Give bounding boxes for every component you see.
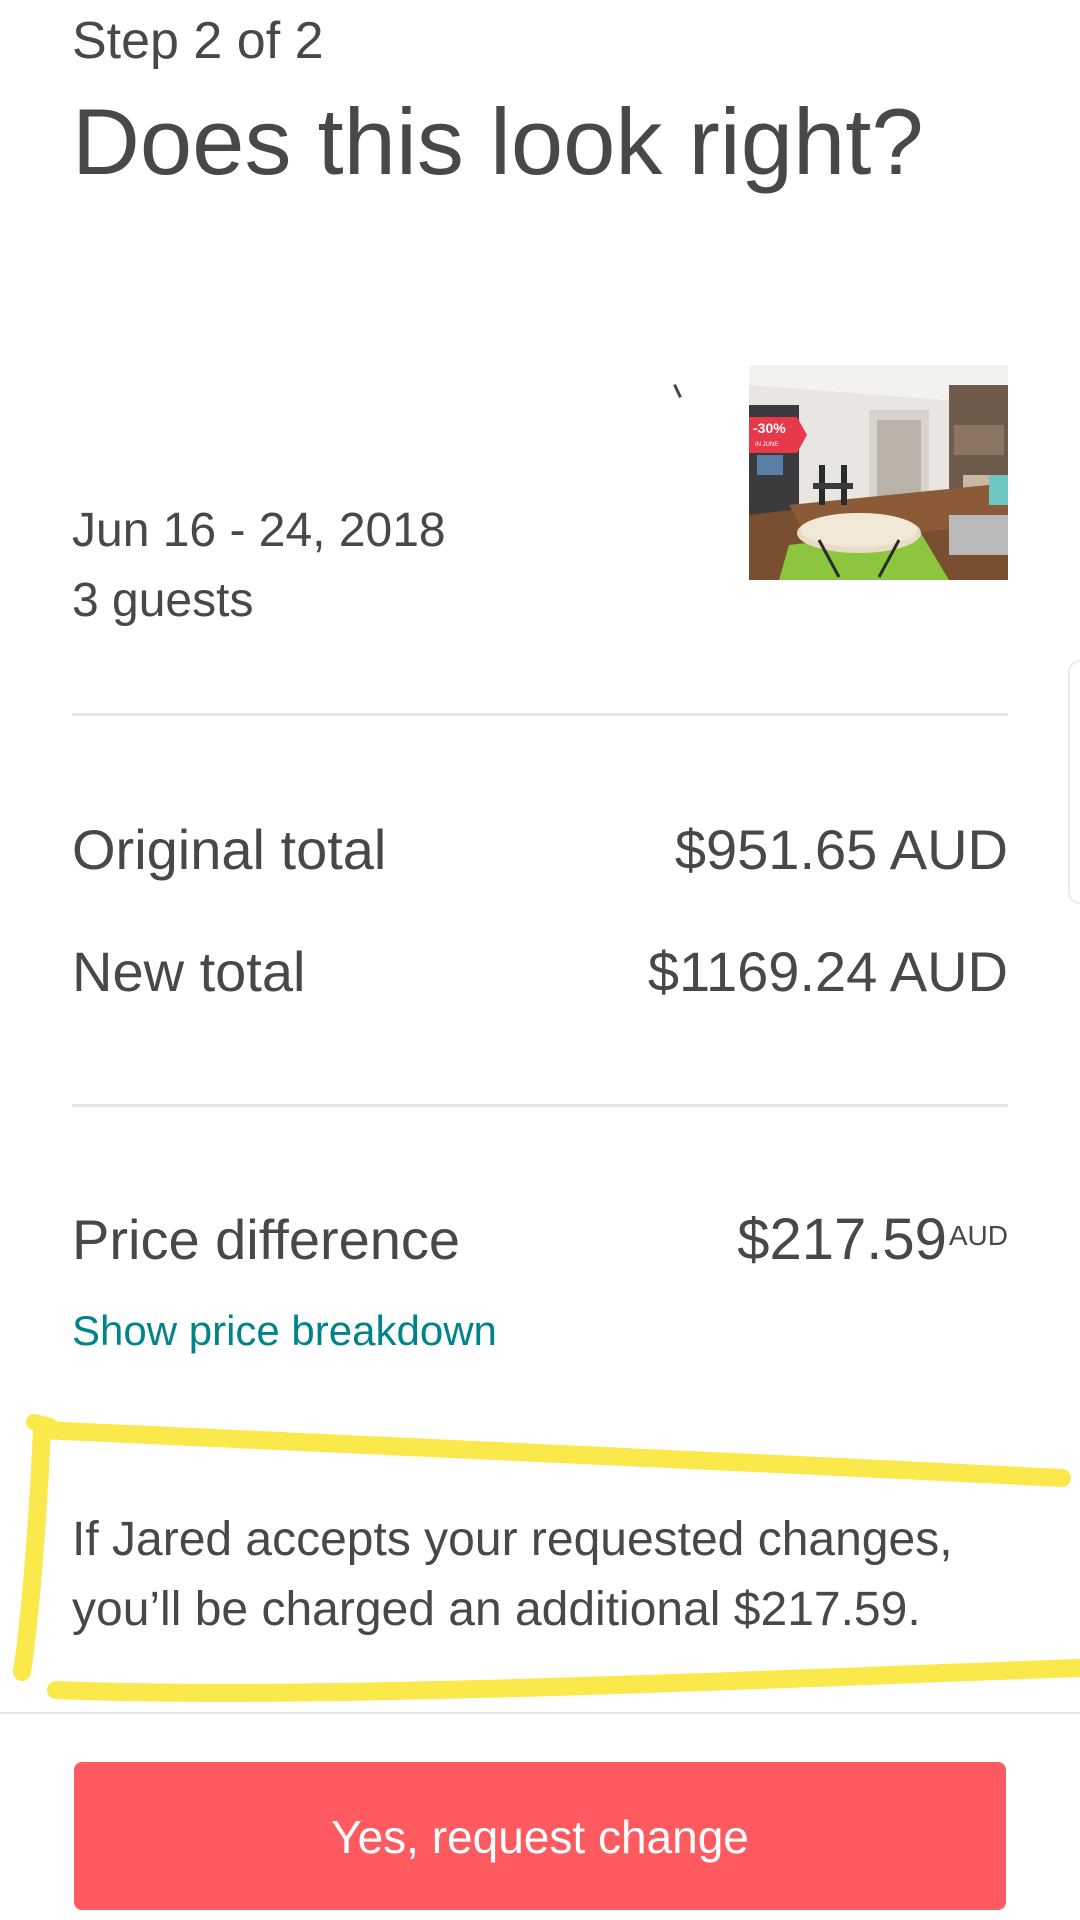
original-total-label: Original total: [72, 818, 387, 881]
trip-guests: 3 guests: [72, 574, 254, 627]
request-change-button[interactable]: Yes, request change: [74, 1762, 1006, 1910]
price-difference-value: $217.59AUD: [737, 1205, 1008, 1275]
trip-dates: Jun 16 - 24, 2018: [72, 504, 446, 557]
page-title: Does this look right?: [72, 89, 924, 194]
new-total-label: New total: [72, 940, 306, 1003]
change-request-page: Step 2 of 2 Does this look right? Jun 16…: [0, 0, 1080, 1920]
charge-notice: If Jared accepts your requested changes,…: [72, 1505, 1032, 1645]
charge-notice-line-2: you’ll be charged an additional $217.59.: [72, 1583, 921, 1636]
new-total-value: $1169.24 AUD: [647, 940, 1008, 1003]
step-indicator: Step 2 of 2: [72, 12, 324, 70]
charge-notice-line-1: If Jared accepts your requested changes,: [72, 1513, 953, 1566]
price-difference-currency: AUD: [948, 1220, 1008, 1251]
price-difference-amount: $217.59: [737, 1207, 947, 1272]
listing-photo: -30% IN JUNE: [749, 365, 1008, 580]
scroll-edge: [1068, 660, 1080, 904]
show-price-breakdown-link[interactable]: Show price breakdown: [72, 1305, 497, 1357]
photo-badge-sub: IN JUNE: [755, 442, 778, 448]
divider-middle: [72, 1104, 1008, 1107]
price-difference-label: Price difference: [72, 1208, 461, 1271]
photo-badge: -30%: [753, 420, 786, 436]
stray-mark: [673, 384, 682, 398]
divider-top: [72, 713, 1008, 716]
footer-bar: Yes, request change: [0, 1712, 1080, 1920]
original-total-value: $951.65 AUD: [674, 818, 1008, 881]
